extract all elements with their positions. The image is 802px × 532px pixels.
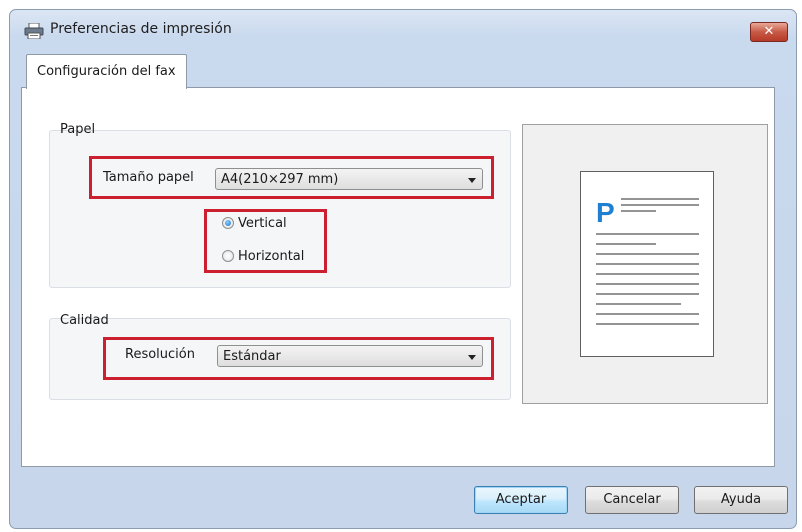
orientation-highlight (204, 209, 327, 273)
page-lines-graphic: P (596, 197, 699, 325)
help-button[interactable]: Ayuda (694, 486, 788, 514)
tab-fax-configuration[interactable]: Configuración del fax (26, 54, 187, 89)
paper-size-highlight (89, 156, 494, 199)
paper-group-label: Papel (60, 122, 96, 137)
close-button[interactable]: ✕ (750, 22, 788, 42)
page-letter: P (596, 197, 615, 228)
window-title: Preferencias de impresión (50, 21, 232, 37)
quality-group-label: Calidad (60, 313, 109, 328)
printer-icon (24, 23, 44, 39)
page-preview: P (522, 124, 768, 404)
resolution-highlight (103, 337, 494, 380)
title-bar: Preferencias de impresión ✕ (10, 10, 796, 50)
cancel-button[interactable]: Cancelar (585, 486, 679, 514)
page-thumbnail: P (580, 171, 714, 357)
accept-button[interactable]: Aceptar (474, 486, 568, 514)
